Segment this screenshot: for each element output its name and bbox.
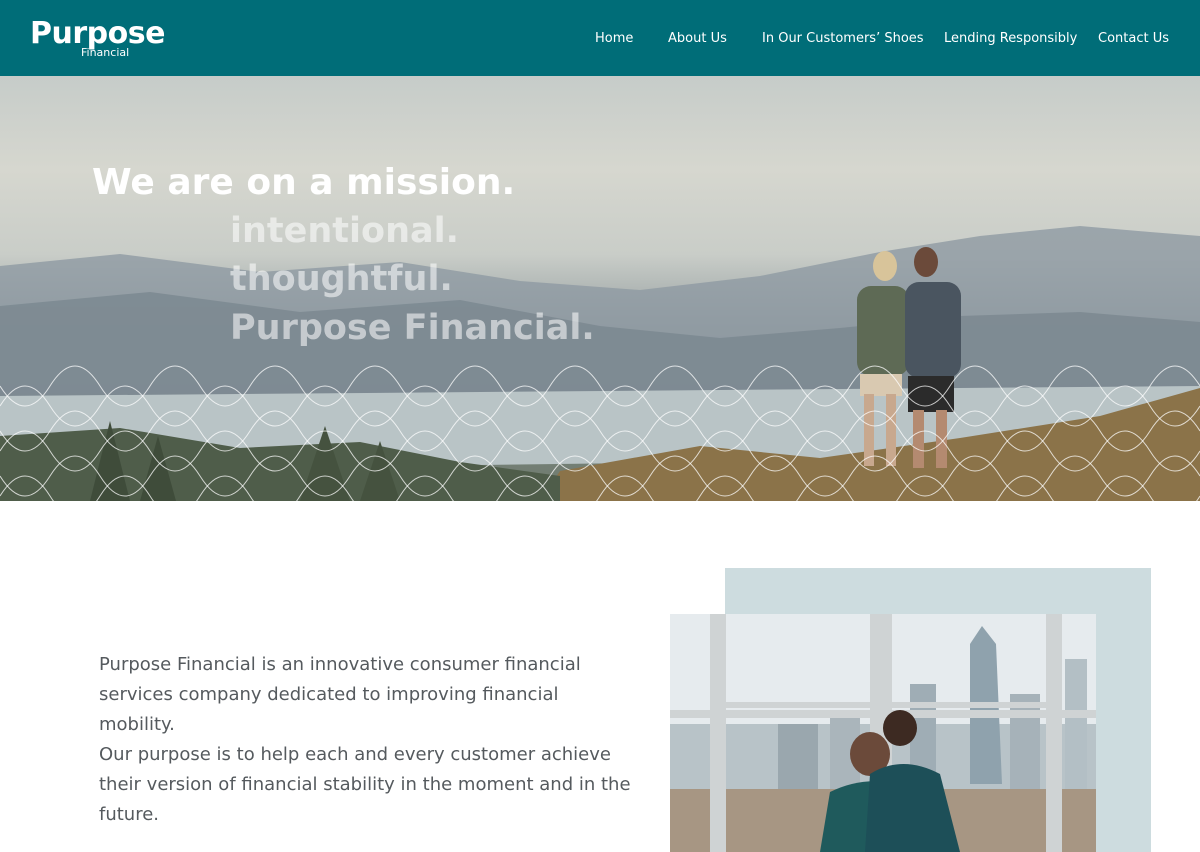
intro-paragraph: Purpose Financial is an innovative consu… [99,654,581,735]
logo-subtext: Financial [81,46,130,59]
hero-title: We are on a mission. [92,162,516,203]
nav-contact-us[interactable]: Contact Us [1098,31,1169,46]
site-header: Purpose Financial Home About Us In Our C… [0,0,1200,76]
couple-window-photo [670,614,1096,852]
hero-text-block: We are on a mission. intentional. though… [0,76,1200,501]
nav-about-us[interactable]: About Us [668,31,727,46]
nav-lending-responsibly[interactable]: Lending Responsibly [944,31,1077,46]
hero-banner: We are on a mission. intentional. though… [0,76,1200,501]
nav-customers-shoes[interactable]: In Our Customers’ Shoes [762,31,924,46]
hero-line-thoughtful: thoughtful. [230,259,453,299]
city-window-image [670,614,1096,852]
nav-home[interactable]: Home [595,31,633,46]
hero-line-purpose-financial: Purpose Financial. [230,308,595,348]
purpose-financial-logo[interactable]: Purpose Financial [30,16,165,62]
purpose-paragraph: Our purpose is to help each and every cu… [99,744,631,825]
hero-line-intentional: intentional. [230,211,459,251]
